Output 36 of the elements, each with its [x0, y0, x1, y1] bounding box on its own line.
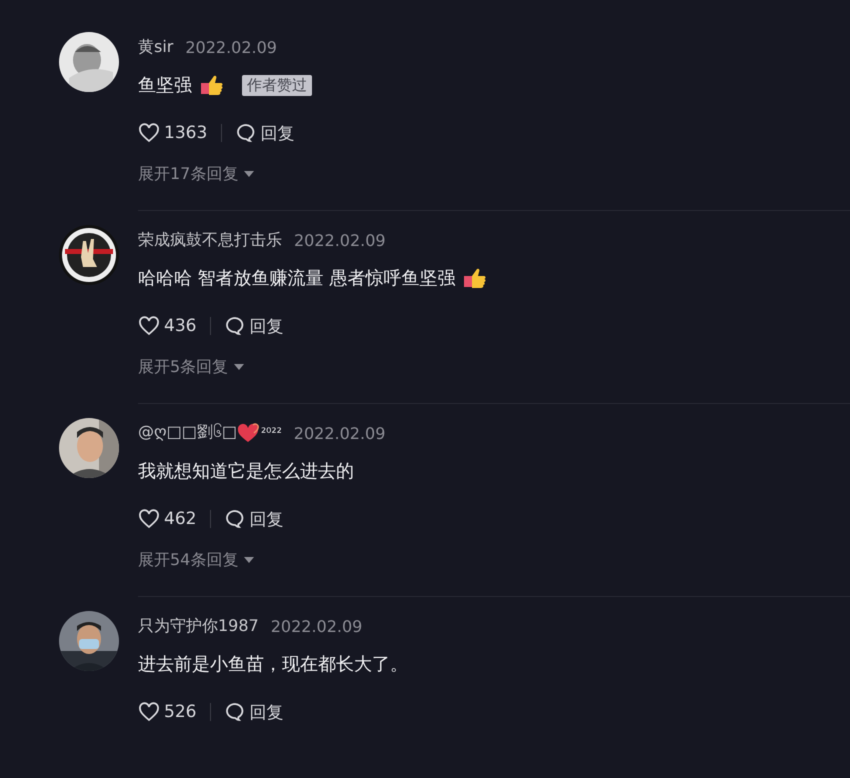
caret-down-icon[interactable] — [234, 364, 244, 370]
comment-date: 2022.02.09 — [294, 230, 386, 250]
like-count: 462 — [164, 509, 196, 529]
expand-replies-link[interactable]: 展开5条回复 — [138, 356, 228, 378]
user-name[interactable]: 只为守护你1987 — [138, 616, 259, 636]
user-name[interactable]: @ღ□□劉၆□ — [138, 421, 237, 445]
speech-bubble-icon — [236, 123, 256, 143]
expand-replies-link[interactable]: 展开54条回复 — [138, 550, 238, 570]
comment-text: 进去前是小鱼苗，现在都长大了。 — [138, 653, 408, 676]
reply-button[interactable]: 回复 — [225, 314, 284, 338]
comment-date: 2022.02.09 — [185, 38, 277, 56]
comment-date: 2022.02.09 — [294, 424, 386, 442]
comment-text: 鱼坚强 — [138, 74, 192, 97]
reply-button[interactable]: 回复 — [236, 122, 294, 144]
user-name[interactable]: 黄sir — [138, 36, 174, 58]
heart-icon[interactable] — [138, 123, 160, 143]
heart-icon[interactable] — [138, 509, 160, 529]
like-count: 526 — [164, 702, 196, 722]
expand-replies-link[interactable]: 展开17条回复 — [138, 164, 238, 184]
name-suffix: ²⁰²² — [260, 426, 282, 440]
comment-text: 哈哈哈 智者放鱼赚流量 愚者惊呼鱼坚强 — [138, 267, 456, 290]
user-name[interactable]: 荣成疯鼓不息打击乐 — [138, 230, 282, 250]
speech-bubble-icon — [225, 702, 246, 722]
speech-bubble-icon — [225, 509, 246, 529]
like-count: 1363 — [164, 123, 208, 143]
speech-bubble-icon — [225, 316, 246, 336]
heart-icon[interactable] — [138, 702, 160, 722]
heart-icon[interactable] — [138, 316, 160, 336]
comment-date: 2022.02.09 — [270, 616, 362, 636]
like-count: 436 — [164, 316, 196, 336]
comment-text: 我就想知道它是怎么进去的 — [138, 460, 354, 483]
caret-down-icon[interactable] — [244, 557, 254, 563]
reply-button[interactable]: 回复 — [225, 700, 284, 724]
caret-down-icon[interactable] — [244, 171, 254, 177]
reply-button[interactable]: 回复 — [225, 508, 284, 530]
author-liked-badge: 作者赞过 — [242, 74, 312, 96]
